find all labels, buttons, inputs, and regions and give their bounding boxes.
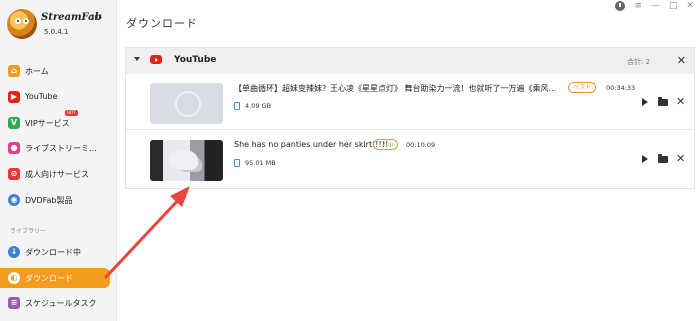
sidebar: StreamFab x64 5.0.4.1 ⌂ ホーム ▶ YouTube V … [0, 0, 117, 321]
file-icon [234, 102, 240, 110]
folder-icon [658, 97, 668, 106]
duration: 00:10:09 [406, 141, 436, 149]
live-stream-icon: ● [8, 142, 20, 154]
schedule-icon: ≡ [8, 297, 20, 309]
folder-icon [658, 154, 668, 163]
adult-icon: ⊘ [8, 168, 20, 180]
menu-icon[interactable]: ≡ [634, 1, 642, 11]
sidebar-item-label: ダウンロード中 [25, 248, 81, 257]
sidebar-item-schedule[interactable]: ≡ スケジュールタスク [0, 293, 117, 313]
collapse-arrow-icon[interactable] [134, 57, 140, 61]
group-header[interactable]: YouTube 合計: 2 ✕ [126, 48, 694, 74]
sidebar-item-label: ホーム [25, 67, 49, 76]
video-title: She has no panties under her skirt!!!!! [234, 140, 389, 149]
duration: 00:34:33 [606, 84, 636, 92]
delete-button[interactable]: ✕ [676, 96, 687, 107]
quality-badge: ベスト [568, 82, 597, 93]
open-folder-button[interactable] [658, 96, 669, 107]
app-brand: StreamFab x64 5.0.4.1 [7, 9, 117, 41]
list-item[interactable]: 【单曲循环】超妹变辣妹？王心凌《星星点灯》 舞台助染力一流！也就听了一万遍《乘风… [126, 76, 694, 130]
open-folder-button[interactable] [658, 153, 669, 164]
download-group-panel: YouTube 合計: 2 ✕ 【单曲循环】超妹变辣妹？王心凌《星星点灯》 舞台… [125, 47, 695, 189]
sidebar-item-downloading[interactable]: ↓ ダウンロード中 [0, 242, 117, 262]
youtube-icon [150, 55, 162, 64]
library-section-title: ライブラリー [10, 228, 47, 235]
window-controls: ≡ — □ ✕ [615, 1, 694, 11]
sidebar-item-label: YouTube [25, 92, 58, 101]
sidebar-item-label: ライブストリーミ... [25, 144, 97, 153]
play-button[interactable] [642, 153, 653, 164]
play-button[interactable] [642, 96, 653, 107]
sidebar-item-home[interactable]: ⌂ ホーム [0, 61, 117, 81]
sidebar-item-dvdfab[interactable]: ◉ DVDFab製品 [0, 190, 117, 210]
sidebar-item-label: ダウンロード [25, 274, 73, 283]
video-title: 【单曲循环】超妹变辣妹？王心凌《星星点灯》 舞台助染力一流！也就听了一万遍《乘风… [234, 84, 557, 93]
video-thumbnail[interactable] [150, 140, 223, 181]
file-size: 4.09 GB [245, 102, 272, 110]
sidebar-item-adult[interactable]: ⊘ 成人向けサービス [0, 164, 117, 184]
file-icon [234, 159, 240, 167]
sidebar-item-live-streaming[interactable]: ● ライブストリーミ... [0, 138, 117, 158]
main-area: ≡ — □ ✕ ダウンロード YouTube 合計: 2 ✕ 【单曲循环】超妹变… [117, 0, 700, 321]
maximize-icon[interactable]: □ [669, 1, 678, 11]
sidebar-item-label: 成人向けサービス [25, 170, 89, 179]
task-schedule-icon[interactable] [615, 1, 626, 11]
downloaded-icon: ◐ [8, 272, 20, 284]
sidebar-item-youtube[interactable]: ▶ YouTube [0, 87, 117, 107]
file-size: 95.01 MB [245, 159, 276, 167]
video-thumbnail[interactable] [150, 83, 223, 124]
sidebar-item-vip[interactable]: V VIPサービス HOT [0, 110, 117, 133]
dvdfab-icon: ◉ [8, 194, 20, 206]
sidebar-item-label: スケジュールタスク [25, 299, 97, 308]
sidebar-item-label: DVDFab製品 [25, 196, 73, 205]
hot-badge: HOT [65, 110, 78, 116]
delete-button[interactable]: ✕ [676, 153, 687, 164]
downloading-icon: ↓ [8, 246, 20, 258]
play-icon [642, 98, 648, 106]
play-icon [642, 155, 648, 163]
home-icon: ⌂ [8, 65, 20, 77]
close-group-icon[interactable]: ✕ [677, 54, 686, 67]
page-title: ダウンロード [126, 17, 198, 30]
vip-icon: V [8, 117, 20, 129]
group-title: YouTube [174, 55, 217, 65]
sidebar-item-label: VIPサービス [25, 119, 70, 128]
app-version: 5.0.4.1 [44, 28, 69, 36]
quality-badge: 720p [373, 139, 399, 150]
app-arch: x64 [91, 14, 103, 21]
sidebar-item-downloaded[interactable]: ◐ ダウンロード [0, 268, 110, 288]
minimize-icon[interactable]: — [651, 1, 660, 11]
group-count: 合計: 2 [626, 58, 650, 66]
list-item[interactable]: She has no panties under her skirt!!!!! … [126, 133, 694, 187]
streamfab-logo-icon [7, 9, 37, 39]
close-window-icon[interactable]: ✕ [686, 1, 694, 11]
youtube-icon: ▶ [8, 91, 20, 103]
